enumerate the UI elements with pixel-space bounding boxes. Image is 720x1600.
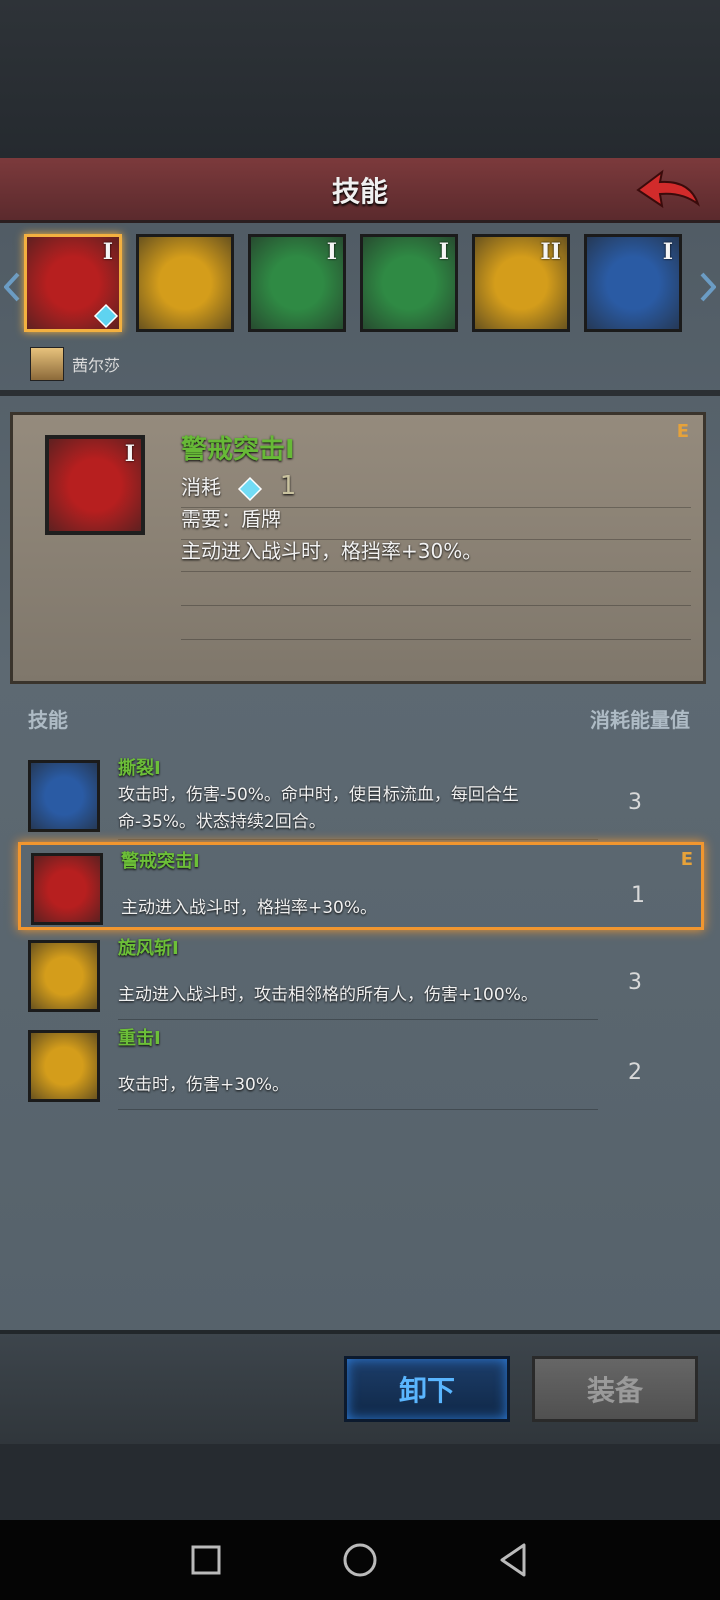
- equip-button[interactable]: 装备: [532, 1356, 698, 1422]
- whirlwind-icon: [28, 940, 100, 1012]
- rule-line: [181, 639, 691, 640]
- next-arrow-icon[interactable]: [700, 272, 716, 302]
- skill-desc: 主动进入战斗时，格挡率+30%。: [121, 898, 378, 918]
- skill-name: 旋风斩Ⅰ: [118, 938, 179, 959]
- skill-cost: 1: [631, 883, 645, 908]
- skill-name: 警戒突击Ⅰ: [121, 851, 200, 872]
- rank-label: I: [102, 239, 113, 265]
- grade-badge: E: [680, 849, 693, 870]
- skill-slot-2[interactable]: [136, 234, 234, 332]
- back-icon[interactable]: [494, 1540, 534, 1580]
- skill-cost: 2: [628, 1060, 642, 1085]
- back-arrow-icon[interactable]: [632, 164, 702, 214]
- recents-icon[interactable]: [186, 1540, 226, 1580]
- row-divider: [118, 1109, 598, 1110]
- cost-value: 1: [279, 471, 297, 501]
- energy-gem-icon: [238, 476, 263, 501]
- row-divider: [118, 839, 598, 840]
- skill-description: 主动进入战斗时，格挡率+30%。: [181, 539, 483, 563]
- heavy-strike-icon: [28, 1030, 100, 1102]
- skill-desc: 主动进入战斗时，攻击相邻格的所有人，伤害+100%。: [118, 985, 538, 1005]
- rank-label: I: [124, 441, 135, 467]
- page-title: 技能: [331, 175, 388, 208]
- list-header: 技能 消耗能量值: [0, 692, 720, 742]
- skill-slot-1[interactable]: I: [24, 234, 122, 332]
- list-header-cost: 消耗能量值: [590, 708, 690, 732]
- unequip-button[interactable]: 卸下: [344, 1356, 510, 1422]
- skill-slot-strip: I I I II I: [0, 222, 720, 342]
- shield-bash-icon: I: [45, 435, 145, 535]
- rank-label: II: [540, 239, 561, 265]
- list-header-skill: 技能: [28, 708, 68, 732]
- rule-line: [181, 571, 691, 572]
- requirement: 需要：盾牌: [181, 507, 281, 531]
- skill-detail-card: I 警戒突击Ⅰ E 消耗 1 需要：盾牌 主动进入战斗时，格挡率+30%。: [10, 412, 706, 684]
- skill-title: 警戒突击Ⅰ: [181, 435, 295, 465]
- skill-slot-3[interactable]: I: [248, 234, 346, 332]
- prev-arrow-icon[interactable]: [4, 272, 20, 302]
- status-area: [0, 0, 720, 158]
- gem-icon: [93, 303, 119, 329]
- avatar: [30, 347, 64, 381]
- row-divider: [118, 1019, 598, 1020]
- skill-row-heavy-strike[interactable]: 重击Ⅰ 攻击时，伤害+30%。 2: [18, 1022, 704, 1110]
- owner-name: 茜尔莎: [72, 356, 121, 375]
- skill-cost: 3: [628, 970, 642, 995]
- rank-label: I: [438, 239, 449, 265]
- grade-badge: E: [676, 421, 689, 442]
- skill-slot-5[interactable]: II: [472, 234, 570, 332]
- cost-line: 消耗 1: [181, 471, 296, 502]
- skill-name: 重击Ⅰ: [118, 1028, 161, 1049]
- skill-desc: 攻击时，伤害+30%。: [118, 1075, 290, 1095]
- shield-bash-icon: [31, 853, 103, 925]
- rank-label: I: [662, 239, 673, 265]
- skill-desc: 攻击时，伤害-50%。命中时，使目标流血，每回合生命-35%。状态持续2回合。: [118, 785, 519, 832]
- skill-slot-6[interactable]: I: [584, 234, 682, 332]
- cost-label: 消耗: [181, 475, 221, 499]
- skill-name: 撕裂Ⅰ: [118, 758, 161, 779]
- skill-cost: 3: [628, 790, 642, 815]
- skill-row-whirlwind[interactable]: 旋风斩Ⅰ 主动进入战斗时，攻击相邻格的所有人，伤害+100%。 3: [18, 932, 704, 1020]
- skill-row-rend[interactable]: 撕裂Ⅰ 攻击时，伤害-50%。命中时，使目标流血，每回合生命-35%。状态持续2…: [18, 752, 704, 840]
- rend-icon: [28, 760, 100, 832]
- home-icon[interactable]: [340, 1540, 380, 1580]
- system-nav-bar: [0, 1520, 720, 1600]
- rank-label: I: [326, 239, 337, 265]
- divider: [0, 390, 720, 396]
- header-bar: 技能: [0, 158, 720, 223]
- owner-info: 茜尔莎: [30, 347, 121, 381]
- skill-row-vigilant-strike[interactable]: 警戒突击Ⅰ 主动进入战斗时，格挡率+30%。 1 E: [18, 842, 704, 930]
- skill-slot-4[interactable]: I: [360, 234, 458, 332]
- rule-line: [181, 605, 691, 606]
